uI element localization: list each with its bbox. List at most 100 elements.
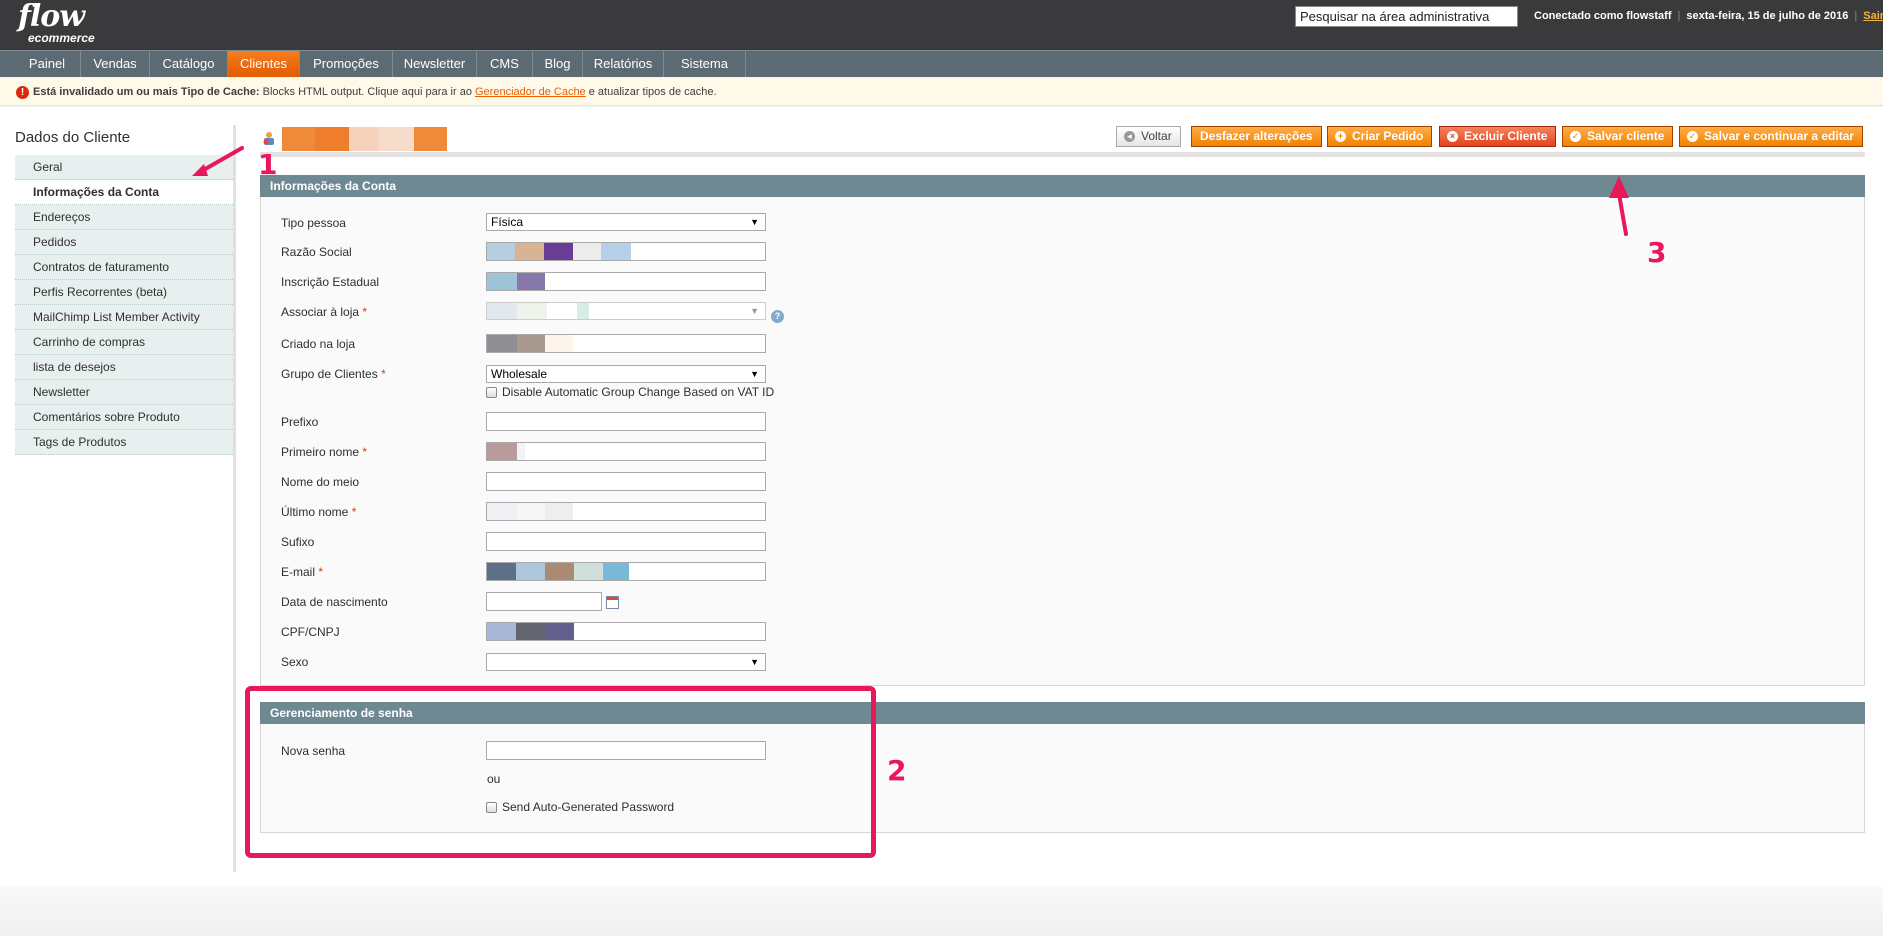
associar-loja-select[interactable]: ▼ (486, 302, 766, 320)
sidebar-item-mailchimp[interactable]: MailChimp List Member Activity (15, 305, 235, 330)
primeiro-nome-label: Primeiro nome * (281, 445, 367, 459)
required-mark: * (362, 305, 368, 319)
sidebar-item-pedidos[interactable]: Pedidos (15, 230, 235, 255)
required-mark: * (381, 367, 386, 381)
header-user-info: Conectado como flowstaff | sexta-feira, 15… (1534, 10, 1883, 22)
sidebar-item-tags[interactable]: Tags de Produtos (15, 430, 235, 455)
associar-loja-text: Associar à loja (281, 305, 360, 319)
help-icon[interactable]: ? (771, 310, 784, 323)
save-continue-button[interactable]: ✓ Salvar e continuar a editar (1679, 126, 1864, 147)
primeiro-nome-input[interactable] (486, 442, 766, 461)
sidebar-tabs: Geral Informações da Conta Endereços Ped… (15, 155, 235, 455)
footer (0, 886, 1883, 936)
logout-link[interactable]: Sair (1863, 10, 1883, 22)
sidebar-title: Dados do Cliente (15, 129, 131, 146)
nav-sistema[interactable]: Sistema (664, 51, 746, 77)
data-nascimento-input[interactable] (486, 592, 602, 611)
sidebar-item-perfis-recorrentes[interactable]: Perfis Recorrentes (beta) (15, 280, 235, 305)
sidebar-item-enderecos[interactable]: Endereços (15, 205, 235, 230)
back-arrow-icon: ◂ (1124, 131, 1135, 142)
logo-flow-text: flow (18, 0, 85, 34)
reset-button[interactable]: Desfazer alterações (1191, 126, 1322, 147)
email-input[interactable] (486, 562, 766, 581)
sufixo-label: Sufixo (281, 535, 315, 549)
nav-catalogo[interactable]: Catálogo (150, 51, 228, 77)
back-button-label: Voltar (1141, 129, 1172, 143)
razao-social-input[interactable] (486, 242, 766, 261)
sidebar-item-newsletter[interactable]: Newsletter (15, 380, 235, 405)
grupo-clientes-select[interactable]: Wholesale ▼ (486, 365, 766, 383)
nav-painel[interactable]: Painel (14, 51, 81, 77)
required-mark: * (318, 565, 324, 579)
notice-text-2: e atualizar tipos de cache. (585, 86, 717, 98)
required-mark: * (351, 505, 357, 519)
error-icon: ! (16, 86, 29, 99)
grupo-clientes-text: Grupo de Clientes (281, 367, 378, 381)
delete-icon: × (1447, 131, 1458, 142)
nav-blog[interactable]: Blog (533, 51, 583, 77)
delete-customer-button[interactable]: × Excluir Cliente (1439, 126, 1557, 147)
create-order-button[interactable]: + Criar Pedido (1327, 126, 1433, 147)
razao-social-label: Razão Social (281, 245, 352, 259)
sidebar-item-lista-desejos[interactable]: lista de desejos (15, 355, 235, 380)
prefixo-input[interactable] (486, 412, 766, 431)
check-icon: ✓ (1687, 131, 1698, 142)
cache-notice: ! Está invalidado um ou mais Tipo de Cac… (0, 78, 1883, 106)
dropdown-arrow-icon: ▼ (750, 306, 759, 316)
email-text: E-mail (281, 565, 316, 579)
calendar-icon[interactable] (606, 596, 619, 609)
tipo-pessoa-value: Física (491, 215, 524, 229)
annotation-number-3: 3 (1647, 236, 1667, 269)
top-header: flow ecommerce Pesquisar na área adminis… (0, 0, 1883, 50)
sexo-select[interactable]: ▼ (486, 653, 766, 671)
save-continue-label: Salvar e continuar a editar (1704, 129, 1855, 143)
sidebar-item-contratos[interactable]: Contratos de faturamento (15, 255, 235, 280)
annotation-arrow-3 (1609, 176, 1629, 236)
nome-meio-input[interactable] (486, 472, 766, 491)
nav-vendas[interactable]: Vendas (81, 51, 150, 77)
header-date: sexta-feira, 15 de julho de 2016 (1686, 10, 1849, 22)
content-header-line (260, 152, 1865, 157)
sufixo-input[interactable] (486, 532, 766, 551)
grupo-clientes-value: Wholesale (491, 367, 548, 381)
save-customer-label: Salvar cliente (1587, 129, 1665, 143)
disable-vat-group-checkbox[interactable] (486, 387, 497, 398)
dropdown-arrow-icon: ▼ (750, 657, 759, 667)
admin-search-input[interactable]: Pesquisar na área administrativa (1295, 6, 1518, 27)
ultimo-nome-input[interactable] (486, 502, 766, 521)
delete-customer-label: Excluir Cliente (1464, 129, 1548, 143)
save-customer-button[interactable]: ✓ Salvar cliente (1562, 126, 1674, 147)
nav-relatorios[interactable]: Relatórios (583, 51, 664, 77)
back-button[interactable]: ◂ Voltar (1116, 126, 1181, 147)
cpf-cnpj-input[interactable] (486, 622, 766, 641)
sidebar-item-comentarios[interactable]: Comentários sobre Produto (15, 405, 235, 430)
ultimo-nome-label: Último nome * (281, 505, 356, 519)
annotation-number-2: 2 (887, 754, 907, 787)
disable-vat-group-label: Disable Automatic Group Change Based on … (502, 385, 775, 399)
data-nascimento-label: Data de nascimento (281, 595, 388, 609)
criado-loja-input (486, 334, 766, 353)
inscricao-estadual-input[interactable] (486, 272, 766, 291)
logged-in-text: Conectado como flowstaff (1534, 10, 1672, 22)
plus-icon: + (1335, 131, 1346, 142)
flow-logo[interactable]: flow ecommerce (18, 0, 95, 45)
reset-button-label: Desfazer alterações (1200, 129, 1313, 143)
cache-manager-link[interactable]: Gerenciador de Cache (475, 86, 586, 98)
create-order-label: Criar Pedido (1352, 129, 1424, 143)
sidebar-item-carrinho[interactable]: Carrinho de compras (15, 330, 235, 355)
nav-clientes[interactable]: Clientes (228, 51, 300, 77)
sidebar-divider (233, 125, 236, 872)
prefixo-label: Prefixo (281, 415, 319, 429)
sidebar-item-informacoes-conta[interactable]: Informações da Conta (15, 180, 235, 205)
email-label: E-mail * (281, 565, 323, 579)
tipo-pessoa-select[interactable]: Física ▼ (486, 213, 766, 231)
nav-cms[interactable]: CMS (477, 51, 533, 77)
nav-newsletter[interactable]: Newsletter (393, 51, 477, 77)
nome-meio-label: Nome do meio (281, 475, 360, 489)
associar-loja-label: Associar à loja * (281, 305, 367, 319)
ultimo-nome-text: Último nome (281, 505, 349, 519)
required-mark: * (362, 445, 368, 459)
annotation-highlight-box (245, 686, 876, 858)
notice-text-1: Blocks HTML output. Clique aqui para ir … (259, 86, 475, 98)
nav-promocoes[interactable]: Promoções (300, 51, 393, 77)
